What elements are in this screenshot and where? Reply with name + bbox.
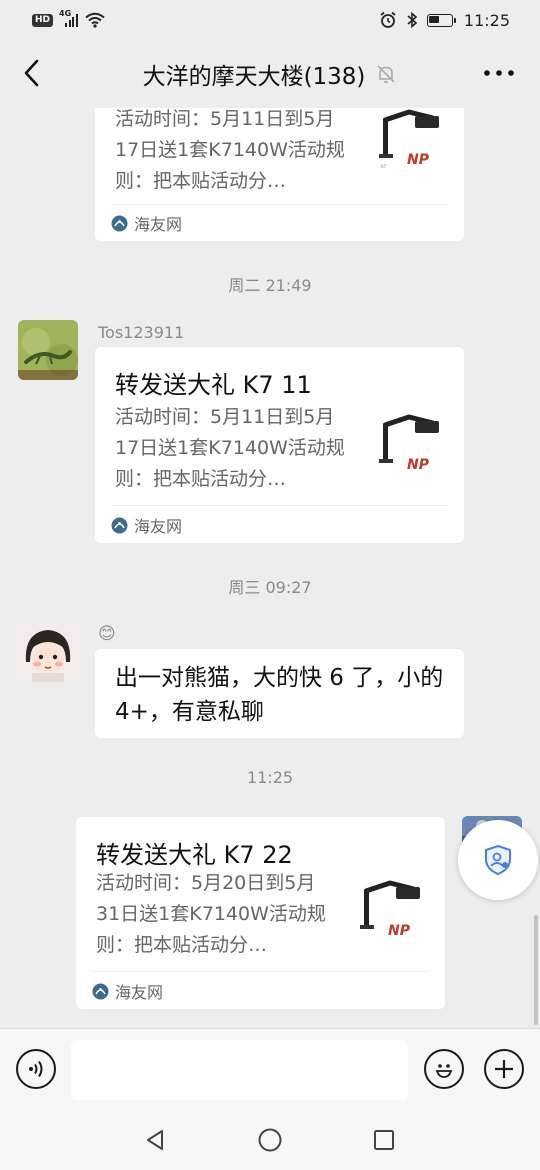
scrollbar[interactable]	[534, 915, 538, 1025]
time-separator: 11:25	[246, 768, 294, 787]
wifi-icon	[85, 12, 105, 28]
title-group: 大洋的摩天大楼(138)	[143, 57, 398, 91]
chevron-left-icon	[24, 59, 39, 87]
voice-button[interactable]	[16, 1049, 56, 1089]
chat-area[interactable]: 活动时间：5月11日到5月17日送1套K7140W活动规则：把本贴活动分… NP…	[0, 108, 540, 1028]
emoji-button[interactable]	[424, 1049, 464, 1089]
link-card-source: 海友网	[92, 979, 163, 1003]
svg-text:NP: NP	[388, 923, 411, 939]
alarm-icon	[380, 11, 396, 28]
signal-icon: 4G	[59, 9, 79, 27]
avatar[interactable]	[18, 320, 78, 380]
back-button[interactable]	[16, 58, 46, 88]
link-card-divider	[92, 971, 429, 972]
more-button[interactable]	[482, 60, 516, 86]
bluetooth-icon	[407, 11, 418, 29]
time-separator: 周三 09:27	[228, 578, 312, 597]
link-card-desc: 活动时间：5月11日到5月17日送1套K7140W活动规则：把本贴活动分…	[115, 406, 345, 490]
square-recents-icon	[374, 1130, 394, 1150]
shield-user-icon	[485, 844, 511, 876]
lamp-thumbnail: NP	[356, 875, 428, 947]
status-right: 11:25	[379, 11, 510, 30]
nav-back-button[interactable]	[141, 1126, 169, 1154]
nav-home-button[interactable]	[256, 1126, 284, 1154]
avatar-lizard-image	[18, 320, 78, 380]
link-card[interactable]: 活动时间：5月11日到5月17日送1套K7140W活动规则：把本贴活动分… NP…	[95, 108, 464, 241]
chat-header: 大洋的摩天大楼(138)	[0, 40, 540, 108]
link-card-source: 海友网	[111, 513, 182, 537]
nav-recents-button[interactable]	[370, 1126, 398, 1154]
link-card-source: 海友网	[111, 211, 182, 235]
time-separator: 周二 21:49	[228, 276, 312, 295]
avatar[interactable]	[18, 622, 78, 682]
link-card-divider	[111, 204, 448, 205]
link-card-title: 转发送大礼 K7 22	[96, 841, 293, 869]
hd-badge: HD	[32, 13, 54, 27]
avatar-girl-image	[18, 622, 78, 682]
status-left: HD 4G	[32, 9, 105, 28]
svg-text:K7: K7	[381, 164, 387, 169]
status-time: 11:25	[463, 10, 510, 30]
svg-text:NP: NP	[407, 152, 430, 168]
source-logo-icon	[111, 215, 128, 231]
link-card-title: 转发送大礼 K7 11	[115, 371, 312, 399]
message-input[interactable]	[71, 1040, 408, 1100]
status-bar: HD 4G 11:25	[0, 0, 540, 40]
chat-title: 大洋的摩天大楼(138)	[142, 64, 366, 90]
link-card[interactable]: 转发送大礼 K7 11 活动时间：5月11日到5月17日送1套K7140W活动规…	[95, 347, 464, 543]
bell-off-icon	[377, 65, 395, 84]
link-card-desc: 活动时间：5月20日到5月31日送1套K7140W活动规则：把本贴活动分…	[96, 872, 326, 956]
more-functions-button[interactable]	[484, 1049, 524, 1089]
smiley-icon	[435, 1064, 453, 1078]
plus-icon	[495, 1060, 513, 1078]
input-bar	[0, 1028, 540, 1108]
svg-text:NP: NP	[407, 457, 430, 473]
source-logo-icon	[92, 983, 109, 999]
link-card-divider	[111, 505, 448, 506]
battery-icon	[426, 13, 456, 27]
link-card-source-label: 海友网	[134, 517, 183, 536]
triangle-back-icon	[147, 1130, 163, 1150]
sender-name: Tos123911	[98, 323, 185, 342]
lamp-thumbnail: NP K7	[375, 108, 447, 176]
text-message-bubble[interactable]: 出一对熊猫，大的快 6 了，小的 4+，有意私聊	[95, 649, 464, 738]
voice-icon	[29, 1060, 43, 1078]
security-float-button[interactable]	[458, 820, 538, 900]
sender-name: 😊	[98, 624, 116, 644]
link-card-source-label: 海友网	[134, 215, 183, 234]
lamp-thumbnail: NP	[375, 409, 447, 481]
circle-home-icon	[258, 1128, 282, 1152]
link-card-source-label: 海友网	[115, 983, 164, 1002]
ellipsis-icon	[484, 70, 514, 76]
system-nav-bar	[0, 1108, 540, 1170]
link-card[interactable]: 转发送大礼 K7 22 活动时间：5月20日到5月31日送1套K7140W活动规…	[76, 817, 445, 1009]
link-card-desc: 活动时间：5月11日到5月17日送1套K7140W活动规则：把本贴活动分…	[115, 108, 345, 192]
source-logo-icon	[111, 517, 128, 533]
message-text: 出一对熊猫，大的快 6 了，小的 4+，有意私聊	[115, 665, 444, 725]
